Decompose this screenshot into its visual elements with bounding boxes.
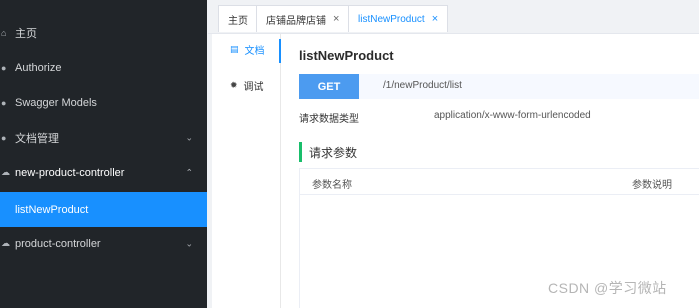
tab-label: 主页: [228, 15, 248, 27]
sidebar-item-authorize[interactable]: ● Authorize: [0, 50, 207, 85]
subnav-item-debug[interactable]: ✹ 调试: [230, 75, 264, 95]
close-icon[interactable]: ×: [432, 13, 438, 25]
tab-label: listNewProduct: [358, 13, 425, 25]
api-title: listNewProduct: [299, 48, 394, 63]
sidebar-item-label: product-controller: [15, 237, 101, 250]
request-type-value: application/x-www-form-urlencoded: [434, 110, 591, 121]
settings-icon: ●: [1, 132, 7, 143]
tab-list-new-product[interactable]: listNewProduct ×: [348, 5, 449, 32]
sidebar-item-doc-manage[interactable]: ● 文档管理 ⌄: [0, 120, 207, 155]
sidebar-item-home[interactable]: ⌂ 主页: [0, 15, 207, 50]
sidebar-item-label: 主页: [15, 27, 37, 40]
subnav-item-label: 调试: [243, 81, 264, 93]
main-content: ▤ 文档 ✹ 调试 listNewProduct GET /1/newProdu…: [212, 34, 699, 308]
request-path: /1/newProduct/list: [383, 80, 462, 91]
sidebar-item-label: 文档管理: [15, 132, 59, 145]
subnav-item-doc[interactable]: ▤ 文档: [230, 39, 265, 59]
close-icon[interactable]: ×: [333, 13, 339, 25]
sidebar-item-product-controller[interactable]: ☁ product-controller ⌄: [0, 226, 207, 261]
sidebar-item-new-product-controller[interactable]: ☁ new-product-controller ⌃: [0, 155, 207, 190]
subnav-item-label: 文档: [244, 45, 265, 57]
http-method-badge: GET: [299, 74, 359, 99]
params-heading: 请求参数: [299, 142, 357, 162]
sidebar-item-list-new-product[interactable]: listNewProduct: [0, 192, 207, 227]
models-icon: ●: [1, 97, 7, 108]
tab-home[interactable]: 主页: [218, 5, 258, 32]
chevron-down-icon: ⌄: [185, 132, 193, 142]
table-header-row: 参数名称 参数说明: [300, 169, 699, 195]
column-header-param-desc: 参数说明: [632, 180, 672, 191]
sidebar-item-label: Swagger Models: [15, 96, 97, 109]
sidebar-item-swagger-models[interactable]: ● Swagger Models: [0, 85, 207, 120]
home-icon: ⌂: [1, 27, 7, 38]
request-url-bar: GET /1/newProduct/list: [299, 74, 699, 99]
request-type-label: 请求数据类型: [299, 114, 359, 125]
chevron-up-icon: ⌃: [185, 167, 193, 177]
sidebar-item-label: new-product-controller: [15, 166, 125, 179]
active-indicator: [279, 39, 281, 63]
doc-subnav: ▤ 文档 ✹ 调试: [212, 34, 281, 308]
chevron-down-icon: ⌄: [185, 238, 193, 248]
tab-store-brand[interactable]: 店铺品牌店铺 ×: [256, 5, 350, 32]
sidebar-item-label: listNewProduct: [15, 203, 89, 216]
key-icon: ●: [1, 62, 7, 73]
document-icon: ▤: [230, 43, 239, 54]
tab-bar: 主页 店铺品牌店铺 × listNewProduct ×: [208, 0, 699, 34]
column-header-param-name: 参数名称: [312, 180, 352, 191]
sidebar-item-label: Authorize: [15, 61, 62, 74]
sidebar: ⌂ 主页 ● Authorize ● Swagger Models ● 文档管理…: [0, 0, 207, 308]
tab-label: 店铺品牌店铺: [266, 15, 326, 27]
debug-icon: ✹: [230, 79, 238, 90]
watermark: CSDN @学习微站: [548, 280, 667, 296]
cloud-icon: ☁: [1, 238, 10, 248]
cloud-icon: ☁: [1, 167, 10, 177]
